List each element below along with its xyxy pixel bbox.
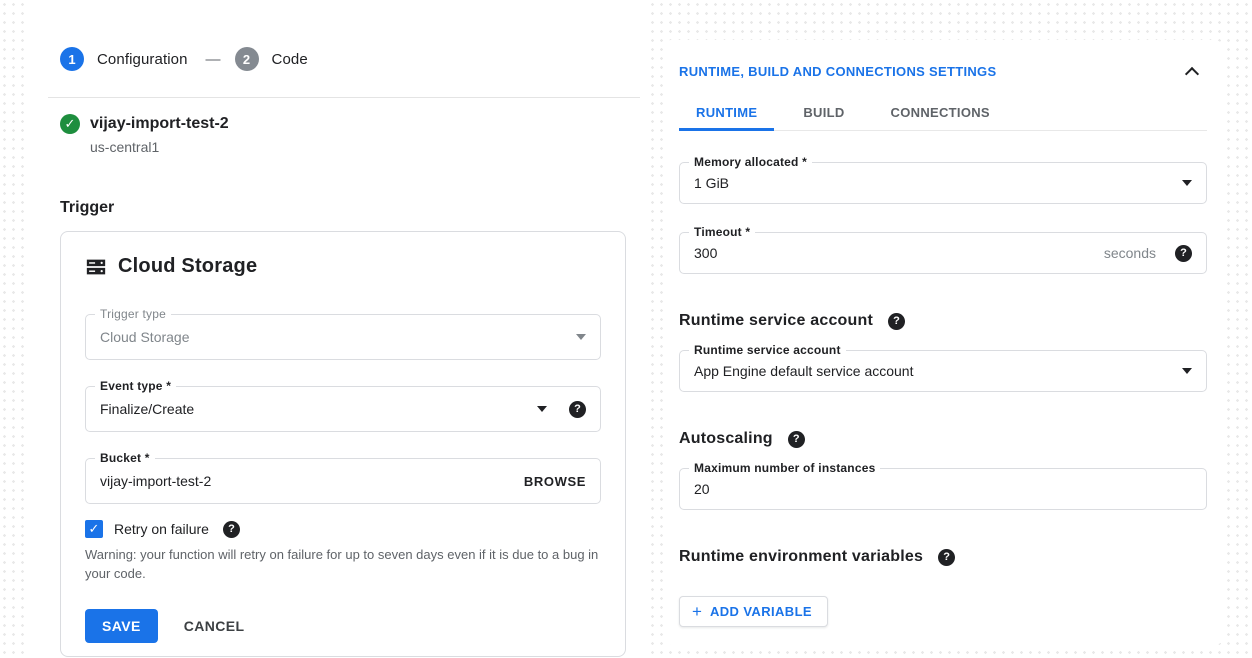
caret-down-icon[interactable] (537, 406, 547, 412)
runtime-settings-panel: RUNTIME, BUILD AND CONNECTIONS SETTINGS … (663, 40, 1223, 645)
configuration-panel: 1 Configuration — 2 Code ✓ vijay-import-… (30, 0, 648, 658)
step-1-circle[interactable]: 1 (60, 47, 84, 71)
bucket-field[interactable]: Bucket * vijay-import-test-2 BROWSE (85, 458, 601, 504)
trigger-card: Cloud Storage Trigger type Cloud Storage… (60, 231, 626, 657)
trigger-type-select: Trigger type Cloud Storage (85, 314, 601, 360)
stepper-separator: — (206, 51, 221, 68)
add-variable-button[interactable]: + ADD VARIABLE (679, 596, 828, 627)
step-1-label[interactable]: Configuration (97, 51, 188, 68)
settings-tabs: RUNTIME BUILD CONNECTIONS (679, 94, 1207, 131)
plus-icon: + (692, 605, 702, 619)
tab-runtime[interactable]: RUNTIME (679, 94, 774, 131)
stepper: 1 Configuration — 2 Code (60, 47, 628, 71)
runtime-service-account-section: Runtime service account ? (679, 312, 1207, 330)
cloud-storage-icon (85, 256, 107, 278)
retry-warning-text: Warning: your function will retry on fai… (85, 545, 601, 583)
env-vars-help-icon[interactable]: ? (938, 549, 955, 566)
tab-build[interactable]: BUILD (786, 94, 861, 131)
runtime-service-account-label: Runtime service account (689, 343, 846, 357)
timeout-input[interactable]: 300 (694, 245, 1104, 261)
max-instances-input[interactable]: 20 (694, 481, 1192, 497)
retry-row: ✓ Retry on failure ? (85, 520, 601, 538)
env-vars-heading: Runtime environment variables (679, 548, 923, 566)
bucket-input[interactable]: vijay-import-test-2 (100, 473, 524, 489)
runtime-service-account-help-icon[interactable]: ? (888, 313, 905, 330)
retry-help-icon[interactable]: ? (223, 521, 240, 538)
tab-connections[interactable]: CONNECTIONS (874, 94, 1007, 131)
trigger-card-header: Cloud Storage (85, 255, 601, 278)
runtime-service-account-select[interactable]: Runtime service account App Engine defau… (679, 350, 1207, 392)
function-header: ✓ vijay-import-test-2 (60, 114, 628, 134)
max-instances-field[interactable]: Maximum number of instances 20 (679, 468, 1207, 510)
stepper-divider (48, 97, 640, 98)
trigger-section-title: Trigger (60, 199, 628, 217)
event-type-label: Event type * (95, 379, 176, 393)
memory-allocated-select[interactable]: Memory allocated * 1 GiB (679, 162, 1207, 204)
autoscaling-heading: Autoscaling (679, 430, 773, 448)
runtime-service-account-heading: Runtime service account (679, 312, 873, 330)
retry-label: Retry on failure (114, 521, 209, 537)
trigger-card-title: Cloud Storage (118, 255, 257, 278)
trigger-type-label: Trigger type (95, 307, 171, 321)
timeout-field[interactable]: Timeout * 300 seconds ? (679, 232, 1207, 274)
save-button[interactable]: SAVE (85, 609, 158, 643)
caret-down-icon[interactable] (1182, 180, 1192, 186)
memory-allocated-label: Memory allocated * (689, 155, 812, 169)
autoscaling-section: Autoscaling ? (679, 430, 1207, 448)
runtime-service-account-value: App Engine default service account (694, 363, 1182, 379)
add-variable-label: ADD VARIABLE (710, 604, 812, 619)
bucket-label: Bucket * (95, 451, 155, 465)
caret-down-icon (576, 334, 586, 340)
collapse-chevron-up-icon[interactable] (1185, 66, 1199, 80)
event-type-select[interactable]: Event type * Finalize/Create ? (85, 386, 601, 432)
action-buttons: SAVE CANCEL (85, 609, 601, 643)
function-name: vijay-import-test-2 (90, 115, 229, 133)
retry-checkbox[interactable]: ✓ (85, 520, 103, 538)
max-instances-label: Maximum number of instances (689, 461, 880, 475)
cancel-button[interactable]: CANCEL (184, 618, 245, 634)
memory-allocated-value: 1 GiB (694, 175, 1182, 191)
timeout-help-icon[interactable]: ? (1175, 245, 1192, 262)
step-2-circle[interactable]: 2 (235, 47, 259, 71)
function-region: us-central1 (90, 139, 628, 155)
event-type-help-icon[interactable]: ? (569, 401, 586, 418)
timeout-suffix: seconds (1104, 245, 1156, 261)
timeout-label: Timeout * (689, 225, 755, 239)
autoscaling-help-icon[interactable]: ? (788, 431, 805, 448)
trigger-type-value: Cloud Storage (100, 329, 576, 345)
success-check-icon: ✓ (60, 114, 80, 134)
browse-button[interactable]: BROWSE (524, 474, 586, 489)
env-vars-section: Runtime environment variables ? (679, 548, 1207, 566)
settings-header: RUNTIME, BUILD AND CONNECTIONS SETTINGS (679, 40, 1207, 79)
event-type-value: Finalize/Create (100, 401, 537, 417)
step-2-label[interactable]: Code (272, 51, 308, 68)
caret-down-icon[interactable] (1182, 368, 1192, 374)
settings-header-title[interactable]: RUNTIME, BUILD AND CONNECTIONS SETTINGS (679, 64, 996, 79)
